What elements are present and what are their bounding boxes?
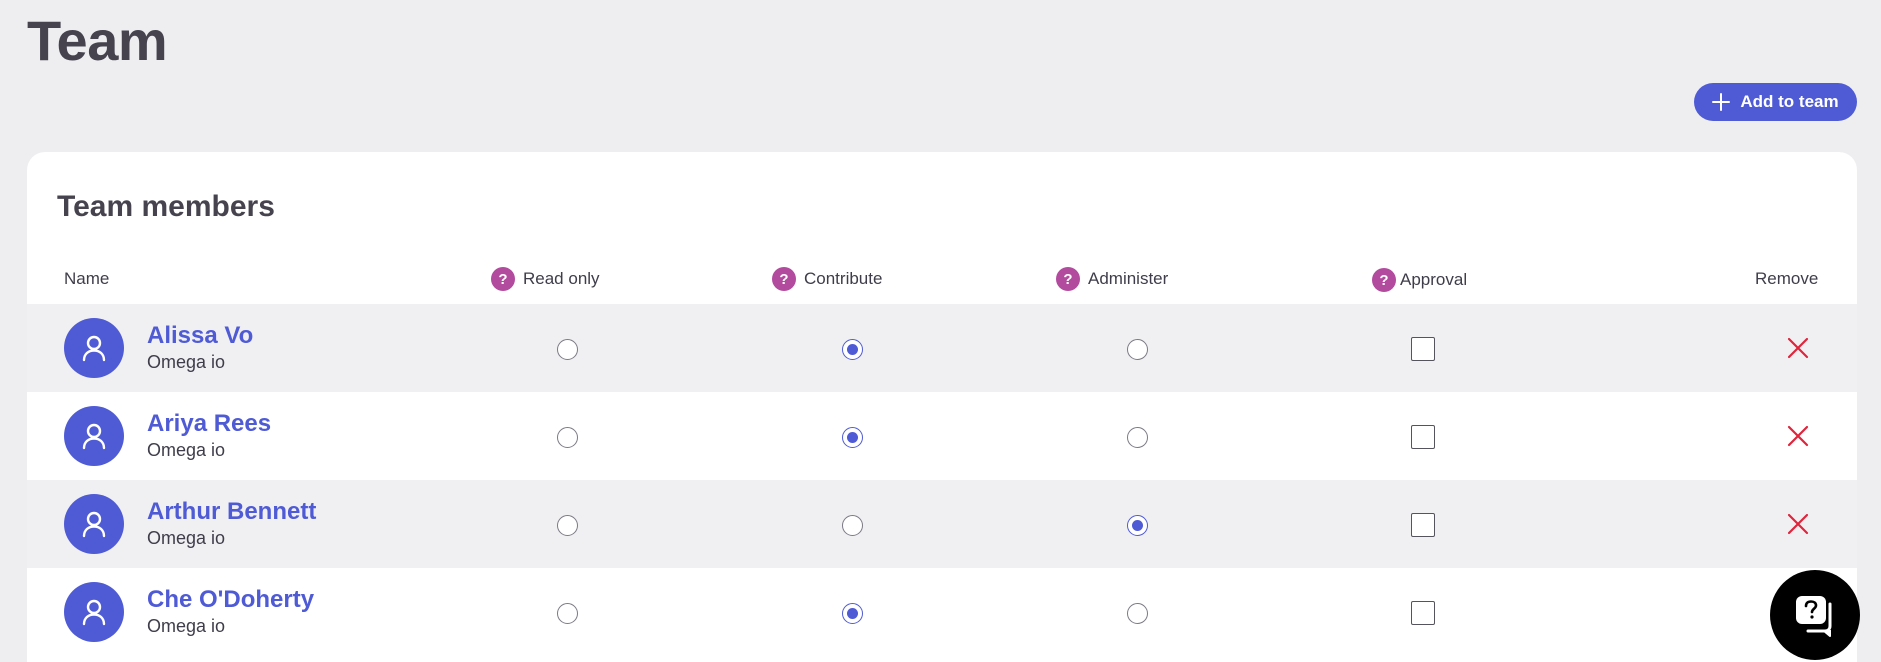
table-row: Arthur Bennett Omega io: [27, 480, 1857, 568]
administer-radio[interactable]: [1127, 603, 1148, 624]
column-header-approval-label: Approval: [1400, 270, 1468, 289]
add-to-team-label: Add to team: [1740, 92, 1839, 111]
page-title: Team: [27, 9, 168, 72]
avatar: [64, 494, 124, 554]
table-row: Che O'Doherty Omega io: [27, 568, 1857, 656]
administer-radio[interactable]: [1127, 339, 1148, 360]
chat-icon: [1796, 596, 1832, 637]
contribute-radio[interactable]: [842, 427, 863, 448]
approval-checkbox[interactable]: [1411, 425, 1435, 449]
member-name[interactable]: Che O'Doherty: [147, 586, 314, 614]
column-header-administer: ? Administer: [1056, 266, 1168, 292]
contribute-radio[interactable]: [842, 603, 863, 624]
member-organization: Omega io: [147, 352, 226, 372]
team-members-card: Team members Name ? Read only ? Contribu…: [27, 152, 1857, 662]
column-header-name: Name: [64, 266, 109, 292]
user-icon: [82, 511, 106, 538]
read-only-radio[interactable]: [557, 427, 578, 448]
chat-widget-button[interactable]: [1770, 570, 1860, 660]
column-header-contribute-label: Contribute: [804, 269, 883, 288]
member-organization: Omega io: [147, 528, 226, 548]
contribute-radio[interactable]: [842, 515, 863, 536]
contribute-radio[interactable]: [842, 339, 863, 360]
approval-checkbox[interactable]: [1411, 601, 1435, 625]
member-name[interactable]: Alissa Vo: [147, 322, 253, 350]
column-header-approval: ? Approval: [1372, 267, 1467, 293]
user-icon: [82, 599, 106, 626]
column-header-administer-label: Administer: [1088, 269, 1169, 288]
user-icon: [82, 423, 106, 450]
help-icon[interactable]: ?: [1372, 268, 1396, 292]
column-header-contribute: ? Contribute: [772, 266, 882, 292]
close-icon[interactable]: [1786, 424, 1810, 448]
read-only-radio[interactable]: [557, 603, 578, 624]
add-to-team-button[interactable]: Add to team: [1694, 83, 1857, 121]
close-icon[interactable]: [1786, 512, 1810, 536]
column-header-name-label: Name: [64, 269, 110, 288]
table-row: Alissa Vo Omega io: [27, 304, 1857, 392]
column-header-remove-label: Remove: [1755, 269, 1819, 288]
close-icon[interactable]: [1786, 336, 1810, 360]
column-header-remove: Remove: [1755, 266, 1818, 292]
column-header-read-only: ? Read only: [491, 266, 600, 292]
help-icon[interactable]: ?: [491, 267, 515, 291]
administer-radio[interactable]: [1127, 427, 1148, 448]
card-title: Team members: [57, 190, 275, 223]
administer-radio[interactable]: [1127, 515, 1148, 536]
user-icon: [82, 335, 106, 362]
column-header-read-only-label: Read only: [523, 269, 600, 288]
avatar: [64, 406, 124, 466]
approval-checkbox[interactable]: [1411, 337, 1435, 361]
read-only-radio[interactable]: [557, 515, 578, 536]
help-icon[interactable]: ?: [1056, 267, 1080, 291]
member-organization: Omega io: [147, 440, 226, 460]
member-organization: Omega io: [147, 616, 226, 636]
plus-icon: [1712, 93, 1731, 111]
read-only-radio[interactable]: [557, 339, 578, 360]
avatar: [64, 582, 124, 642]
avatar: [64, 318, 124, 378]
help-icon[interactable]: ?: [772, 267, 796, 291]
member-name[interactable]: Arthur Bennett: [147, 498, 316, 526]
table-row: Ariya Rees Omega io: [27, 392, 1857, 480]
member-name[interactable]: Ariya Rees: [147, 410, 271, 438]
approval-checkbox[interactable]: [1411, 513, 1435, 537]
